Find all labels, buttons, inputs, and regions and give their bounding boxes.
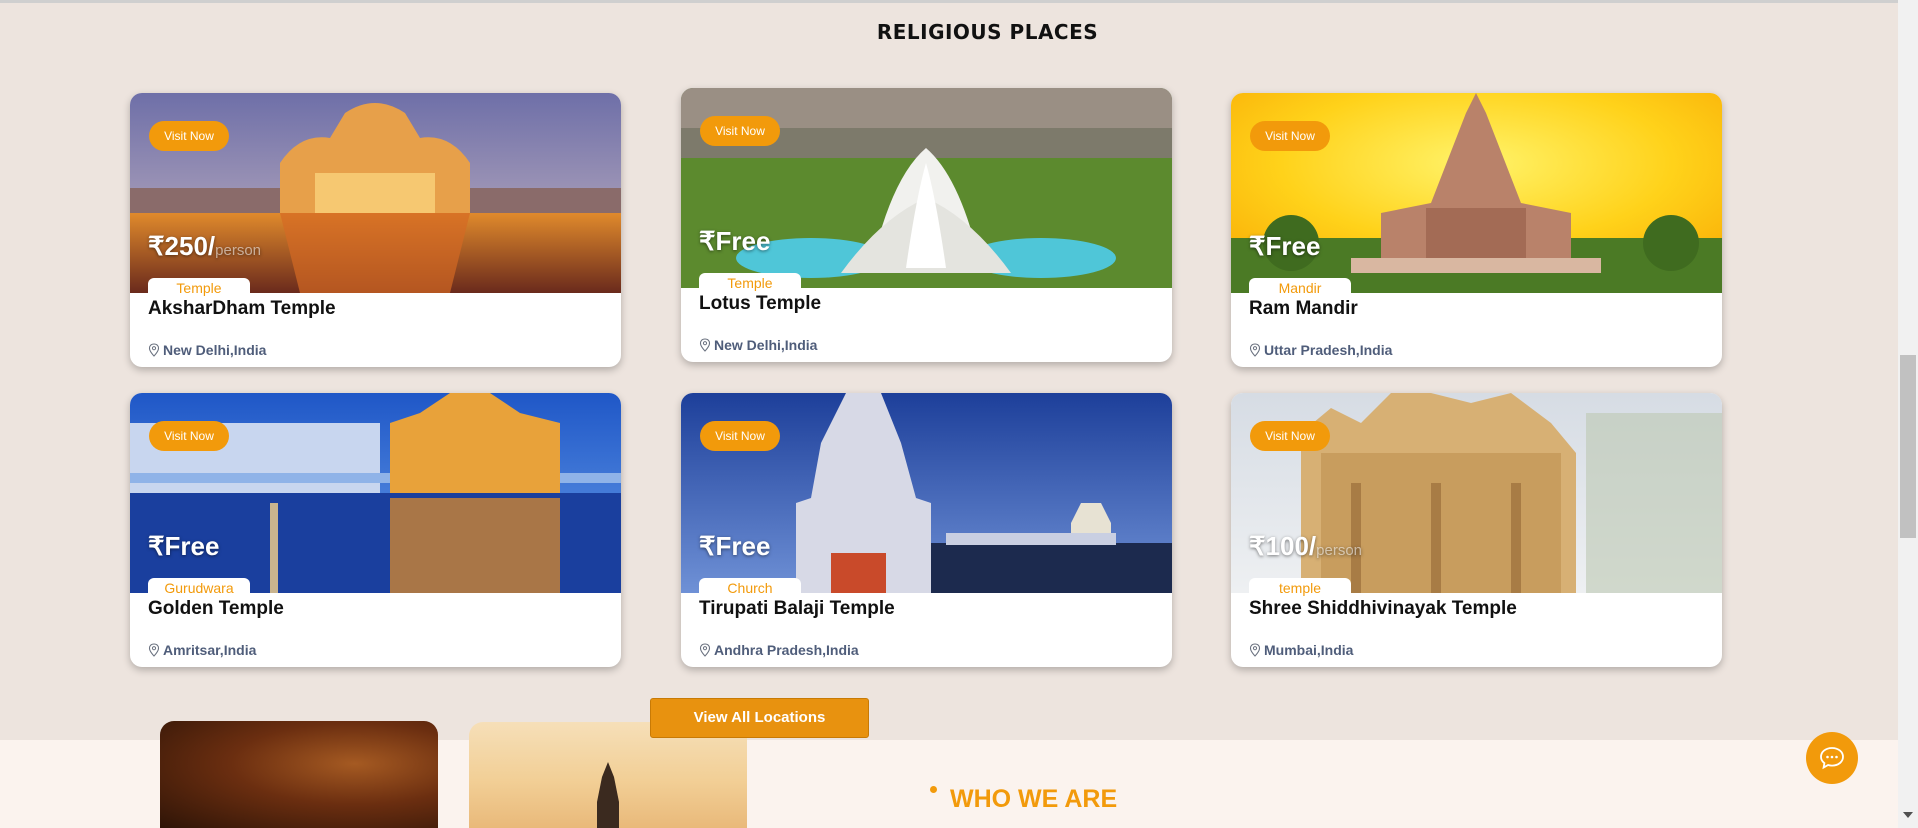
- chat-bubble-icon: [1820, 747, 1844, 770]
- price-value: 250/: [164, 231, 216, 261]
- price: ₹Free: [148, 531, 219, 562]
- map-pin-icon: [699, 338, 711, 352]
- price-value: Free: [715, 531, 771, 561]
- visit-now-button[interactable]: Visit Now: [1250, 121, 1330, 151]
- price-value: Free: [715, 226, 771, 256]
- price-value: Free: [1265, 231, 1321, 261]
- price-unit: person: [215, 242, 262, 259]
- currency-symbol: ₹: [1249, 531, 1266, 561]
- place-name: Ram Mandir: [1249, 298, 1358, 319]
- currency-symbol: ₹: [699, 531, 716, 561]
- category-badge: Temple: [699, 273, 801, 293]
- price-value: 100/: [1265, 531, 1317, 561]
- location-text: New Delhi,India: [163, 342, 267, 358]
- location-text: Andhra Pradesh,India: [714, 642, 859, 658]
- category-badge: Mandir: [1249, 278, 1351, 298]
- place-location: Amritsar,India: [148, 642, 256, 658]
- price: ₹Free: [699, 531, 770, 562]
- top-divider: [0, 0, 1898, 3]
- visit-now-button[interactable]: Visit Now: [700, 421, 780, 451]
- place-name: Shree Shiddhivinayak Temple: [1249, 598, 1517, 619]
- about-image-1: [160, 721, 438, 828]
- visit-now-button[interactable]: Visit Now: [700, 116, 780, 146]
- category-badge: temple: [1249, 578, 1351, 598]
- place-name: Golden Temple: [148, 598, 284, 619]
- place-location: New Delhi,India: [148, 342, 266, 358]
- place-location: New Delhi,India: [699, 337, 817, 353]
- place-name: Tirupati Balaji Temple: [699, 598, 895, 619]
- location-text: Amritsar,India: [163, 642, 257, 658]
- who-we-are-title: WHO WE ARE: [950, 785, 1118, 813]
- map-pin-icon: [148, 643, 160, 657]
- place-card-ram-mandir[interactable]: Visit Now ₹Free Mandir Ram Mandir Uttar …: [1231, 93, 1722, 367]
- visit-now-button[interactable]: Visit Now: [149, 121, 229, 151]
- category-badge: Gurudwara: [148, 578, 250, 598]
- visit-now-button[interactable]: Visit Now: [1250, 421, 1330, 451]
- view-all-locations-button[interactable]: View All Locations: [650, 698, 869, 738]
- place-card-tirupati[interactable]: Visit Now ₹Free Church Tirupati Balaji T…: [681, 393, 1172, 667]
- currency-symbol: ₹: [1249, 231, 1266, 261]
- scrollbar-thumb[interactable]: [1900, 355, 1916, 538]
- currency-symbol: ₹: [148, 231, 165, 261]
- place-location: Mumbai,India: [1249, 642, 1353, 658]
- location-text: New Delhi,India: [714, 337, 818, 353]
- map-pin-icon: [699, 643, 711, 657]
- price: ₹100/person: [1249, 531, 1362, 562]
- currency-symbol: ₹: [148, 531, 165, 561]
- place-location: Uttar Pradesh,India: [1249, 342, 1392, 358]
- visit-now-button[interactable]: Visit Now: [149, 421, 229, 451]
- currency-symbol: ₹: [699, 226, 716, 256]
- place-card-lotus[interactable]: Visit Now ₹Free Temple Lotus Temple New …: [681, 88, 1172, 362]
- place-name: AksharDham Temple: [148, 298, 336, 319]
- map-pin-icon: [148, 343, 160, 357]
- place-card-golden-temple[interactable]: Visit Now ₹Free Gurudwara Golden Temple …: [130, 393, 621, 667]
- price-unit: person: [1316, 542, 1363, 559]
- price: ₹250/person: [148, 231, 261, 262]
- chat-button[interactable]: [1806, 732, 1858, 784]
- price: ₹Free: [1249, 231, 1320, 262]
- location-text: Mumbai,India: [1264, 642, 1354, 658]
- price-value: Free: [164, 531, 220, 561]
- location-text: Uttar Pradesh,India: [1264, 342, 1393, 358]
- place-card-siddhivinayak[interactable]: Visit Now ₹100/person temple Shree Shidd…: [1231, 393, 1722, 667]
- place-name: Lotus Temple: [699, 293, 822, 314]
- map-pin-icon: [1249, 643, 1261, 657]
- section-title: RELIGIOUS PLACES: [876, 20, 1099, 44]
- page: RELIGIOUS PLACES Visit Now ₹250/person T…: [0, 0, 1898, 828]
- scroll-down-arrow-icon[interactable]: [1903, 812, 1913, 818]
- category-badge: Church: [699, 578, 801, 598]
- place-card-akshardham[interactable]: Visit Now ₹250/person Temple AksharDham …: [130, 93, 621, 367]
- section-dot: [930, 786, 937, 793]
- price: ₹Free: [699, 226, 770, 257]
- map-pin-icon: [1249, 343, 1261, 357]
- category-badge: Temple: [148, 278, 250, 298]
- place-location: Andhra Pradesh,India: [699, 642, 859, 658]
